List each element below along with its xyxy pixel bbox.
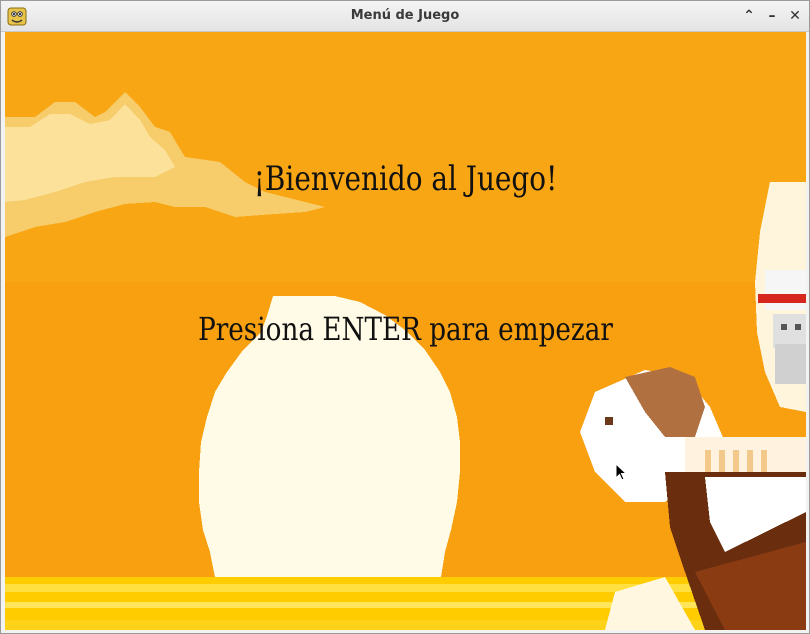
press-enter-prompt: Presiona ENTER para empezar <box>198 310 613 348</box>
welcome-title: ¡Bienvenido al Juego! <box>253 159 558 199</box>
mouse-cursor-icon <box>615 463 627 481</box>
maximize-button[interactable]: ⌃ <box>740 6 758 26</box>
game-canvas[interactable]: ¡Bienvenido al Juego! Presiona ENTER par… <box>5 32 806 630</box>
minimize-button[interactable]: – <box>763 6 781 26</box>
close-button[interactable]: ✕ <box>786 6 804 26</box>
window-title: Menú de Juego <box>350 8 460 23</box>
title-bar[interactable]: Menú de Juego ⌃ – ✕ <box>1 1 809 32</box>
game-window: Menú de Juego ⌃ – ✕ ¡Bienvenido al Juego… <box>0 0 810 634</box>
